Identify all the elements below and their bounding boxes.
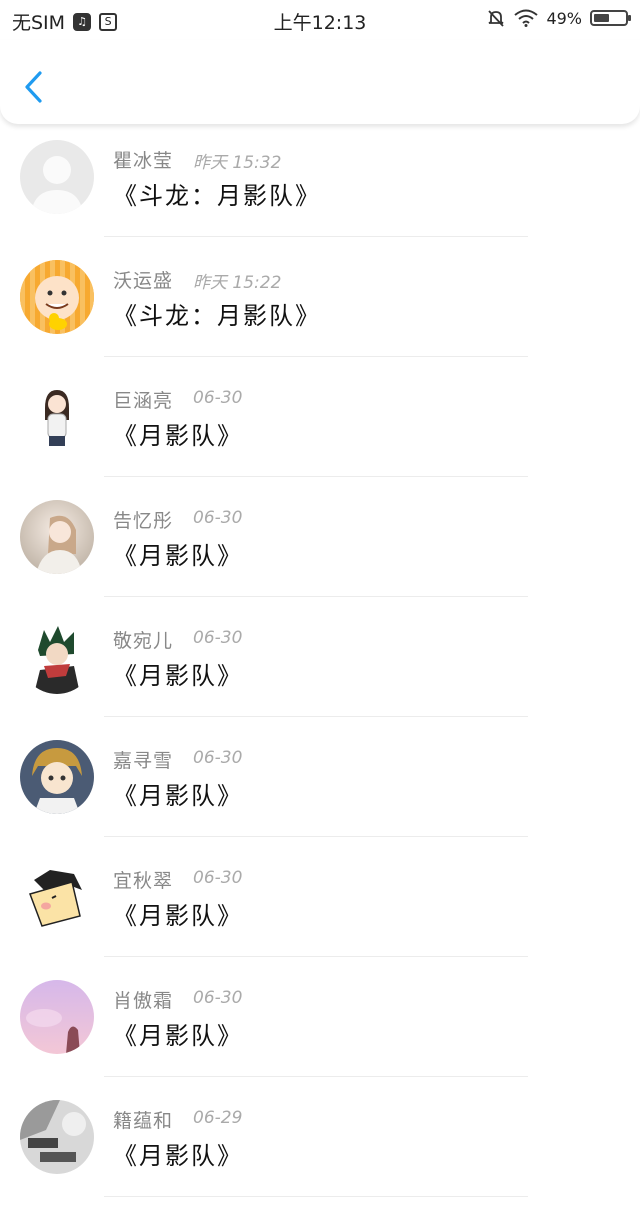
anime-boy-avatar xyxy=(20,620,94,694)
top-navigation-bar xyxy=(0,40,640,124)
item-title: 《月影队》 xyxy=(113,542,243,570)
sender-name: 敬宛儿 xyxy=(113,630,174,652)
sender-name: 肖傲霜 xyxy=(113,990,174,1012)
sender-name: 宜秋翠 xyxy=(113,870,174,892)
divider xyxy=(104,836,528,837)
list-item[interactable]: 瞿冰莹 昨天 15:32 《斗龙：月影队》 xyxy=(0,128,640,248)
divider xyxy=(104,596,528,597)
sender-name: 籍蕴和 xyxy=(113,1110,174,1132)
timestamp: 06-30 xyxy=(193,748,243,768)
divider xyxy=(104,476,528,477)
default-avatar xyxy=(20,140,94,214)
list-item[interactable]: 沃运盛 昨天 15:22 《斗龙：月影队》 xyxy=(0,248,640,368)
timestamp: 06-30 xyxy=(193,988,243,1008)
chevron-left-icon[interactable] xyxy=(20,70,50,104)
battery-fill xyxy=(594,14,609,22)
photo-girl-avatar xyxy=(20,500,94,574)
sender-name: 瞿冰莹 xyxy=(113,150,174,172)
sender-name: 沃运盛 xyxy=(113,270,174,292)
list-item[interactable]: 敬宛儿 06-30 《月影队》 xyxy=(0,608,640,728)
divider xyxy=(104,716,528,717)
list-item[interactable]: 嘉寻雪 06-30 《月影队》 xyxy=(0,728,640,848)
timestamp: 06-30 xyxy=(193,868,243,888)
status-bar: 无SIM ♫ S 上午12:13 49% xyxy=(0,0,640,40)
pink-sky-avatar xyxy=(20,980,94,1054)
item-title: 《月影队》 xyxy=(113,902,243,930)
item-title: 《斗龙：月影队》 xyxy=(113,182,321,210)
list-item[interactable]: 巨涵亮 06-30 《月影队》 xyxy=(0,368,640,488)
item-title: 《月影队》 xyxy=(113,782,243,810)
silent-bell-icon xyxy=(488,10,505,27)
divider xyxy=(104,356,528,357)
item-title: 《月影队》 xyxy=(113,1022,243,1050)
timestamp: 昨天 15:32 xyxy=(193,153,282,173)
sender-name: 告忆彤 xyxy=(113,510,174,532)
timestamp: 06-30 xyxy=(193,388,243,408)
divider xyxy=(104,956,528,957)
divider xyxy=(104,1076,528,1077)
bw-photo-avatar xyxy=(20,1100,94,1174)
cartoon-face-avatar xyxy=(20,860,94,934)
cartoon-duck-avatar xyxy=(20,260,94,334)
list-item[interactable]: 籍蕴和 06-29 《月影队》 xyxy=(0,1088,640,1208)
item-title: 《斗龙：月影队》 xyxy=(113,302,321,330)
timestamp: 06-29 xyxy=(193,1108,243,1128)
item-title: 《月影队》 xyxy=(113,662,243,690)
sender-name: 巨涵亮 xyxy=(113,390,174,412)
battery-icon xyxy=(590,10,631,26)
item-title: 《月影队》 xyxy=(113,422,243,450)
timestamp: 06-30 xyxy=(193,628,243,648)
anime-blonde-avatar xyxy=(20,740,94,814)
wifi-icon xyxy=(514,9,539,27)
cartoon-girl-avatar xyxy=(20,380,94,454)
list-item[interactable]: 肖傲霜 06-30 《月影队》 xyxy=(0,968,640,1088)
item-title: 《月影队》 xyxy=(113,1142,243,1170)
timestamp: 06-30 xyxy=(193,508,243,528)
timestamp: 昨天 15:22 xyxy=(193,273,282,293)
status-right: 49% xyxy=(486,8,631,28)
list-item[interactable]: 宜秋翠 06-30 《月影队》 xyxy=(0,848,640,968)
battery-percent: 49% xyxy=(546,8,582,28)
divider xyxy=(104,236,528,237)
divider xyxy=(104,1196,528,1197)
list-item[interactable]: 告忆彤 06-30 《月影队》 xyxy=(0,488,640,608)
sender-name: 嘉寻雪 xyxy=(113,750,174,772)
